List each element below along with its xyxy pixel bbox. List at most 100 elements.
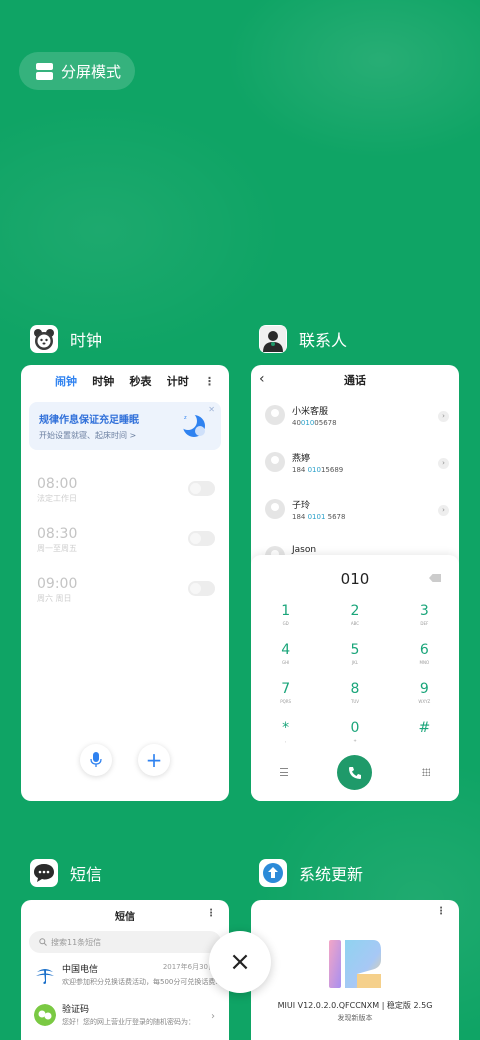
dialpad-toggle-icon[interactable] <box>422 768 430 776</box>
avatar <box>265 452 285 472</box>
dial-key[interactable]: # <box>390 720 459 759</box>
dial-key-letters: + <box>353 738 357 743</box>
update-app-header[interactable]: 系统更新 <box>259 859 363 887</box>
alarm-toggle[interactable] <box>188 581 215 596</box>
dial-key-letters: GHI <box>282 660 290 665</box>
call-button[interactable] <box>337 755 372 790</box>
voice-alarm-button[interactable] <box>80 744 112 776</box>
sms-app-card[interactable]: 短信 ⋮ 搜索11条短信 中国电信 欢迎参加积分兑换话费活动，每500分可兑换话… <box>21 900 229 1040</box>
contacts-app-icon <box>259 325 287 353</box>
dial-key-digit: 7 <box>281 681 291 697</box>
dial-key[interactable]: 7 PQRS <box>251 681 320 720</box>
dial-key-digit: 3 <box>419 603 429 619</box>
dial-bottom-bar <box>251 755 459 791</box>
back-icon[interactable]: ‹ <box>259 371 265 387</box>
sleep-banner[interactable]: 规律作息保证充足睡眠 开始设置就寝、起床时间 > z ✕ <box>29 402 221 450</box>
sms-title: 短信 <box>115 912 135 923</box>
contact-info-icon[interactable]: › <box>438 505 449 516</box>
dial-key-letters <box>390 738 459 744</box>
message-item[interactable]: 中国电信 欢迎参加积分兑换话费活动，每500分可兑换话费5元，兑换话费请回复10… <box>21 953 229 993</box>
more-icon[interactable]: ⋮ <box>204 375 215 388</box>
contact-item[interactable]: 小米客服 4001005678 › <box>251 395 459 442</box>
contact-info-icon[interactable]: › <box>438 458 449 469</box>
alarm-item[interactable]: 09:00 周六 周日 <box>21 562 229 612</box>
dial-key[interactable]: 0 + <box>320 720 389 759</box>
clock-tabs: 闹钟 时钟 秒表 计时 ⋮ <box>21 365 229 397</box>
mic-icon <box>90 752 102 767</box>
contact-item[interactable]: 子玲 184 0101 5678 › <box>251 489 459 536</box>
backspace-icon[interactable] <box>429 574 441 582</box>
contact-number: 184 0101 5678 <box>292 513 346 521</box>
dial-key-letters: TUV <box>350 699 360 704</box>
dial-key[interactable]: 5 JKL <box>320 642 389 681</box>
message-item[interactable]: 验证码 您好！您的网上营业厅登录的随机密码为： › <box>21 993 229 1033</box>
dial-key[interactable]: 2 ABC <box>320 603 389 642</box>
dial-key[interactable]: 6 MNO <box>390 642 459 681</box>
add-alarm-button[interactable]: + <box>138 744 170 776</box>
update-app-card[interactable]: ⋮ MIUI V12.0.2.0.QFCCNXM | 稳定版 2.5G 发现新版… <box>251 900 459 1040</box>
dial-key[interactable]: 3 DEF <box>390 603 459 642</box>
dialpad: 010 1 GD 2 ABC 3 DEF 4 GHI 5 JKL 6 MNO 7 PQRS 8 TUV 9 WXY… <box>251 555 459 801</box>
tab-clock[interactable]: 时钟 <box>92 373 114 389</box>
split-screen-button[interactable]: 分屏模式 <box>19 52 135 90</box>
chevron-right-icon: › <box>211 1011 215 1022</box>
dial-key-digit: 9 <box>419 681 429 697</box>
message-preview: 欢迎参加积分兑换话费活动，每500分可兑换话费5元，兑换话费请回复106或jfd… <box>62 978 217 986</box>
contact-info-icon[interactable]: › <box>438 411 449 422</box>
dial-key-letters: MNO <box>419 660 430 665</box>
alarm-item[interactable]: 08:30 周一至周五 <box>21 512 229 562</box>
dial-key[interactable]: 4 GHI <box>251 642 320 681</box>
sms-search-input[interactable]: 搜索11条短信 <box>29 931 221 953</box>
contacts-app-card[interactable]: ‹ 通话 小米客服 4001005678 › 燕婷 184 01015689 ›… <box>251 365 459 801</box>
dial-key-digit: # <box>418 720 431 736</box>
sms-search-placeholder: 搜索11条短信 <box>51 937 102 947</box>
contact-number: 4001005678 <box>292 419 337 427</box>
message-date: 2017年6月30日 <box>162 963 215 971</box>
dial-key-letters: GD <box>282 621 289 626</box>
plus-icon: + <box>145 748 163 772</box>
close-icon: × <box>229 947 251 977</box>
contact-item[interactable]: 燕婷 184 01015689 › <box>251 442 459 489</box>
alarm-toggle[interactable] <box>188 531 215 546</box>
dial-key[interactable]: 1 GD <box>251 603 320 642</box>
dial-key-letters: JKL <box>351 660 358 665</box>
dial-key-digit: 2 <box>350 603 360 619</box>
clock-app-card[interactable]: 闹钟 时钟 秒表 计时 ⋮ 规律作息保证充足睡眠 开始设置就寝、起床时间 > z… <box>21 365 229 801</box>
more-icon[interactable]: ⋮ <box>436 906 446 917</box>
tab-alarm[interactable]: 闹钟 <box>55 373 77 389</box>
miui-12-logo-icon <box>329 940 381 988</box>
clock-app-header[interactable]: 时钟 <box>30 325 102 353</box>
dial-key-digit: * <box>282 720 290 736</box>
tab-stopwatch[interactable]: 秒表 <box>130 373 152 389</box>
china-telecom-logo-icon <box>34 964 56 986</box>
sms-app-header[interactable]: 短信 <box>30 859 102 887</box>
banner-close-icon[interactable]: ✕ <box>208 405 215 414</box>
dial-key[interactable]: 8 TUV <box>320 681 389 720</box>
dial-key[interactable]: 9 WXYZ <box>390 681 459 720</box>
tab-timer[interactable]: 计时 <box>167 373 189 389</box>
split-screen-icon <box>36 62 53 80</box>
update-version: MIUI V12.0.2.0.QFCCNXM | 稳定版 2.5G <box>277 1001 433 1010</box>
svg-text:z: z <box>184 415 187 421</box>
alarm-toggle[interactable] <box>188 481 215 496</box>
alarm-item[interactable]: 08:00 法定工作日 <box>21 462 229 512</box>
update-app-name: 系统更新 <box>299 865 364 884</box>
contact-name: 燕婷 <box>292 454 311 464</box>
avatar <box>265 499 285 519</box>
clear-all-button[interactable]: × <box>209 931 271 993</box>
message-bubble-icon <box>34 1004 56 1026</box>
clock-app-name: 时钟 <box>70 331 103 350</box>
clock-app-icon <box>30 325 58 353</box>
dial-key[interactable]: *, <box>251 720 320 759</box>
call-header: ‹ 通话 <box>251 365 459 395</box>
avatar <box>265 405 285 425</box>
sms-app-icon <box>30 859 58 887</box>
dial-key-digit: 0 <box>350 720 360 736</box>
dial-key-letters: WXYZ <box>418 699 431 704</box>
phone-icon <box>348 766 361 779</box>
more-icon[interactable]: ⋮ <box>206 908 216 919</box>
split-screen-label: 分屏模式 <box>61 62 122 81</box>
dialed-number: 010 <box>251 555 459 595</box>
menu-icon[interactable] <box>280 768 288 776</box>
contacts-app-header[interactable]: 联系人 <box>259 325 347 353</box>
